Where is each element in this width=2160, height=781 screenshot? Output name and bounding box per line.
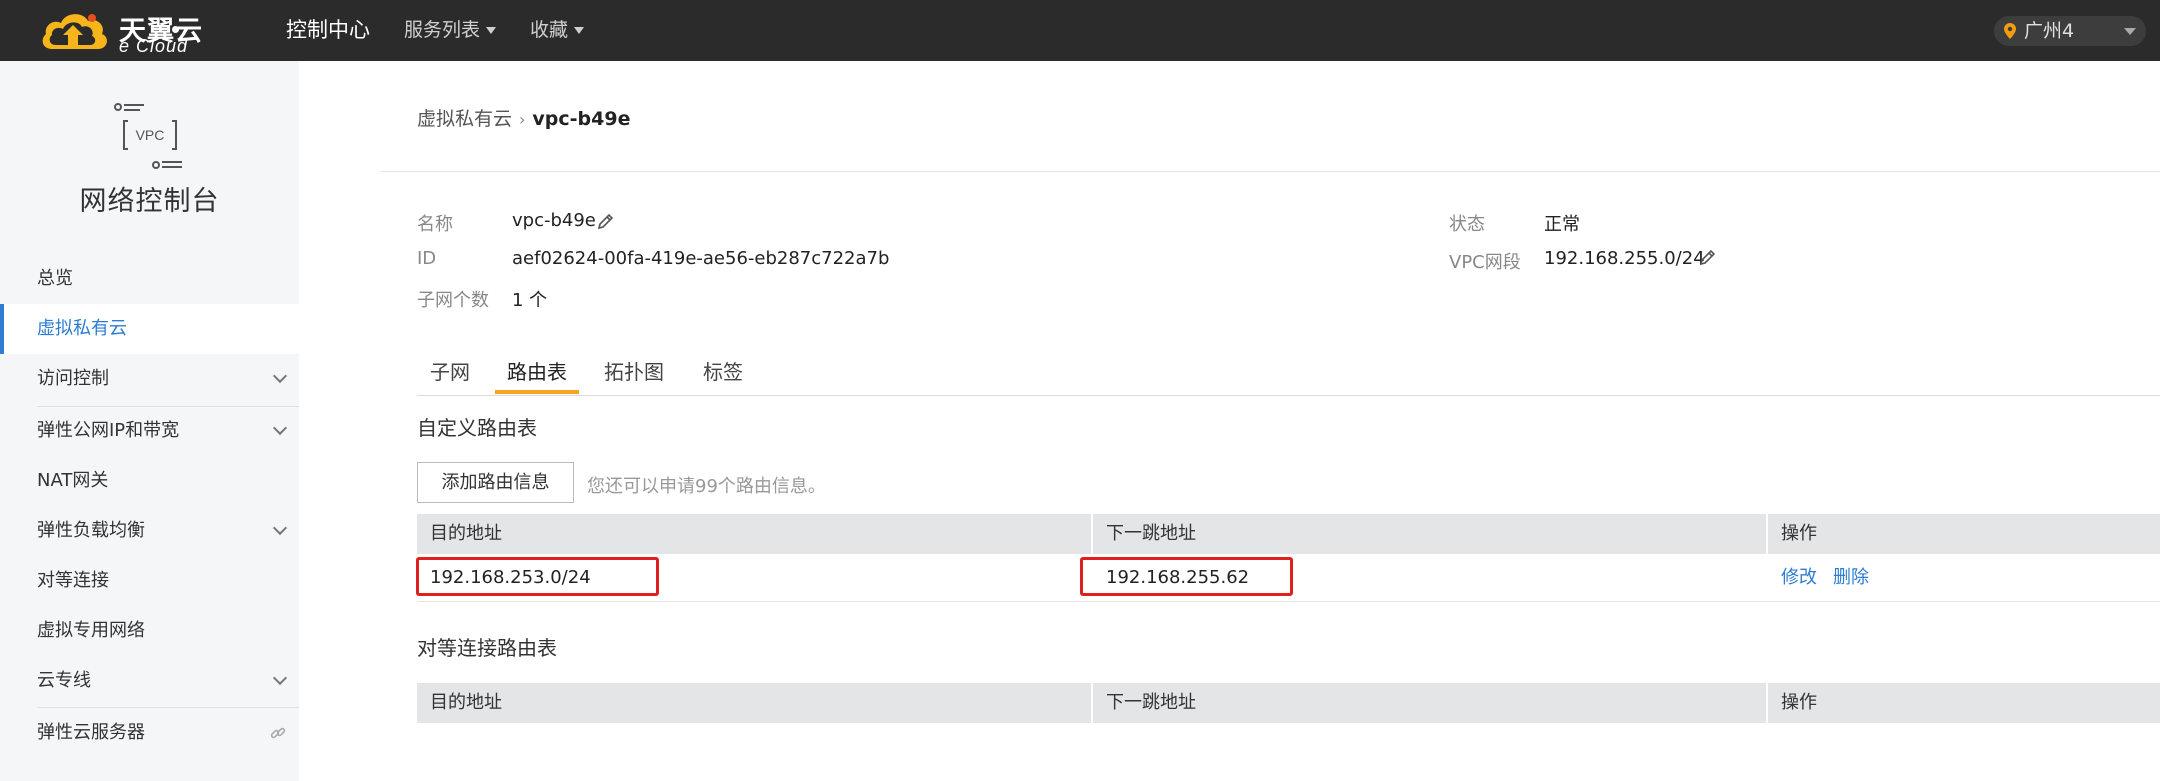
custom-routes-table-header: 目的地址 下一跳地址 操作 <box>417 514 2160 554</box>
sidebar-item-vpc[interactable]: 虚拟私有云 <box>0 304 299 354</box>
sidebar-item-overview[interactable]: 总览 <box>0 254 299 304</box>
sidebar-item-label: 虚拟专用网络 <box>37 620 145 641</box>
nav-service-list[interactable]: 服务列表 <box>404 0 497 61</box>
ecloud-logo[interactable]: 天翼云 e Cloud <box>38 5 228 56</box>
tab-label: 拓扑图 <box>604 360 664 384</box>
peering-routes-title: 对等连接路由表 <box>417 636 557 660</box>
sidebar-item-label: 云专线 <box>37 670 91 691</box>
sidebar-item-label: 总览 <box>37 268 73 289</box>
breadcrumb: 虚拟私有云 › vpc-b49e <box>417 104 630 131</box>
caret-down-icon <box>2124 28 2136 35</box>
custom-routes-title: 自定义路由表 <box>417 416 537 440</box>
top-navigation-bar: 天翼云 e Cloud 控制中心 服务列表 收藏 广州4 <box>0 0 2160 61</box>
chevron-down-icon <box>272 670 288 686</box>
sidebar-item-label: 弹性公网IP和带宽 <box>37 420 180 441</box>
nav-label: 控制中心 <box>286 18 370 42</box>
peering-routes-table-header: 目的地址 下一跳地址 操作 <box>417 683 2160 723</box>
logo-dot <box>172 26 179 33</box>
column-header-next-hop: 下一跳地址 <box>1106 692 1196 713</box>
highlight-box-destination <box>416 557 659 596</box>
sidebar-item-nat-gateway[interactable]: NAT网关 <box>0 456 299 506</box>
header-divider <box>380 171 2160 172</box>
cloud-logo-icon <box>42 14 107 49</box>
breadcrumb-separator: › <box>519 110 526 129</box>
tab-tags[interactable]: 标签 <box>690 356 756 394</box>
sidebar-item-label: NAT网关 <box>37 470 109 491</box>
nav-favorites[interactable]: 收藏 <box>530 0 585 61</box>
tabs-divider <box>417 395 2160 396</box>
tab-label: 路由表 <box>507 360 567 384</box>
subnets-count-value: 1 个 <box>512 290 548 311</box>
sidebar-item-eip-bandwidth[interactable]: 弹性公网IP和带宽 <box>0 406 299 456</box>
chevron-down-icon <box>272 420 288 436</box>
tab-label: 标签 <box>703 360 743 384</box>
link-icon <box>270 727 286 739</box>
nav-label: 收藏 <box>530 19 569 41</box>
caret-down-icon <box>574 27 585 34</box>
id-value: aef02624-00fa-419e-ae56-eb287c722a7b <box>512 248 890 269</box>
sidebar-item-label: 弹性负载均衡 <box>37 520 145 541</box>
chevron-down-icon <box>272 368 288 384</box>
status-value: 正常 <box>1544 214 1580 235</box>
sidebar-item-label: 弹性云服务器 <box>37 722 145 743</box>
name-value: vpc-b49e <box>512 210 596 231</box>
name-label: 名称 <box>417 214 453 235</box>
sidebar-item-label: 对等连接 <box>37 570 109 591</box>
cidr-label: VPC网段 <box>1449 252 1521 273</box>
region-selector[interactable]: 广州4 <box>1994 16 2146 46</box>
region-label: 广州4 <box>2024 20 2075 42</box>
breadcrumb-parent[interactable]: 虚拟私有云 <box>417 108 512 130</box>
edit-name-icon[interactable] <box>597 212 615 230</box>
breadcrumb-current: vpc-b49e <box>532 108 631 130</box>
console-title: 网络控制台 <box>79 186 220 217</box>
caret-down-icon <box>486 27 497 34</box>
column-header-actions: 操作 <box>1781 523 1817 544</box>
edit-route-link[interactable]: 修改 <box>1781 554 1817 602</box>
tab-label: 子网 <box>430 360 470 384</box>
tab-topology[interactable]: 拓扑图 <box>594 356 674 394</box>
delete-route-link[interactable]: 删除 <box>1833 554 1869 602</box>
highlight-box-next-hop <box>1080 557 1293 596</box>
tab-subnets[interactable]: 子网 <box>417 356 483 394</box>
route-quota-hint: 您还可以申请99个路由信息。 <box>587 476 826 497</box>
column-header-destination: 目的地址 <box>430 692 502 713</box>
logo-text-english: e Cloud <box>119 36 189 56</box>
subnets-count-label: 子网个数 <box>417 290 489 311</box>
sidebar: VPC 网络控制台 总览 虚拟私有云 访问控制 弹性公网IP和带宽 NAT网关 … <box>0 61 299 781</box>
location-pin-icon <box>2004 23 2016 39</box>
tab-route-table[interactable]: 路由表 <box>495 356 579 394</box>
id-label: ID <box>417 248 437 269</box>
sidebar-item-label: 虚拟私有云 <box>37 318 127 339</box>
column-header-actions: 操作 <box>1781 692 1817 713</box>
add-route-button[interactable]: 添加路由信息 <box>417 462 574 503</box>
vpc-icon-label: VPC <box>136 127 165 143</box>
vpc-icon: VPC <box>114 103 182 169</box>
sidebar-item-direct-connect[interactable]: 云专线 <box>0 656 299 706</box>
sidebar-item-peering[interactable]: 对等连接 <box>0 556 299 606</box>
nav-control-center[interactable]: 控制中心 <box>286 0 370 61</box>
column-header-destination: 目的地址 <box>430 523 502 544</box>
edit-cidr-icon[interactable] <box>1699 248 1717 266</box>
sidebar-item-label: 访问控制 <box>37 368 109 389</box>
nav-label: 服务列表 <box>404 19 481 41</box>
sidebar-item-load-balancer[interactable]: 弹性负载均衡 <box>0 506 299 556</box>
sidebar-item-ecs[interactable]: 弹性云服务器 <box>0 708 299 758</box>
chevron-down-icon <box>272 520 288 536</box>
column-header-next-hop: 下一跳地址 <box>1106 523 1196 544</box>
sidebar-item-access-control[interactable]: 访问控制 <box>0 354 299 404</box>
sidebar-item-vpn[interactable]: 虚拟专用网络 <box>0 606 299 656</box>
status-label: 状态 <box>1449 214 1485 235</box>
cidr-value: 192.168.255.0/24 <box>1544 248 1705 269</box>
